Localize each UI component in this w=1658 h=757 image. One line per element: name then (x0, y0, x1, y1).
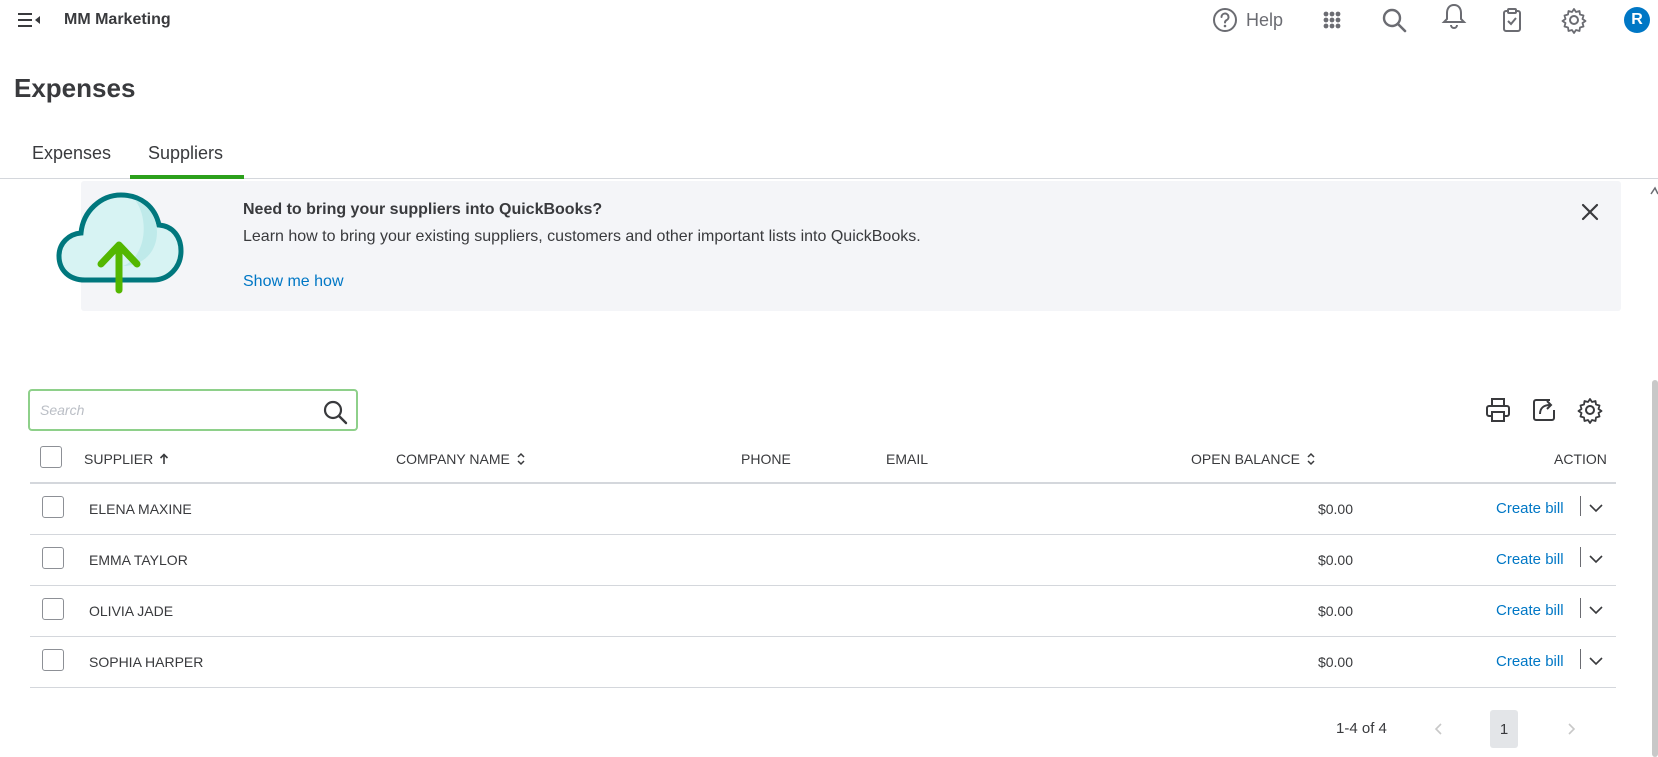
open-balance: $0.00 (1317, 552, 1353, 568)
print-icon[interactable] (1484, 396, 1512, 424)
tab-bar: Expenses Suppliers (0, 130, 1658, 179)
column-header-email: EMAIL (886, 451, 929, 467)
apps-grid-icon[interactable] (1318, 6, 1346, 34)
tab-suppliers[interactable]: Suppliers (148, 143, 223, 164)
create-bill-button[interactable]: Create bill (1496, 500, 1564, 517)
action-divider (1580, 547, 1581, 567)
cloud-upload-icon (56, 192, 184, 294)
supplier-name[interactable]: OLIVIA JADE (89, 603, 173, 619)
open-balance: $0.00 (1317, 501, 1353, 517)
chevron-left-icon[interactable] (1430, 719, 1448, 739)
pagination-page-button[interactable]: 1 (1490, 710, 1518, 748)
create-bill-button[interactable]: Create bill (1496, 602, 1564, 619)
bell-icon[interactable] (1440, 2, 1468, 30)
show-me-how-link[interactable]: Show me how (243, 273, 344, 291)
table-row: ELENA MAXINE $0.00 Create bill (30, 484, 1616, 535)
table-row: OLIVIA JADE $0.00 Create bill (30, 586, 1616, 637)
action-divider (1580, 649, 1581, 669)
column-header-company-name[interactable]: COMPANY NAME (396, 451, 526, 467)
chevron-down-icon[interactable] (1587, 601, 1605, 619)
sort-ascending-icon (160, 453, 169, 464)
chevron-down-icon[interactable] (1587, 499, 1605, 517)
banner-text: Learn how to bring your existing supplie… (243, 228, 921, 245)
table-header: SUPPLIER COMPANY NAME PHONE EMAIL OPEN B… (30, 440, 1616, 484)
chevron-down-icon[interactable] (1587, 652, 1605, 670)
chevron-right-icon[interactable] (1562, 719, 1580, 739)
scroll-up-arrow-icon[interactable] (1650, 186, 1658, 196)
row-checkbox[interactable] (42, 496, 64, 518)
row-checkbox[interactable] (42, 547, 64, 569)
create-bill-button[interactable]: Create bill (1496, 551, 1564, 568)
banner-title: Need to bring your suppliers into QuickB… (243, 201, 603, 218)
sort-toggle-icon (1307, 452, 1315, 466)
avatar[interactable]: R (1624, 7, 1650, 33)
action-divider (1580, 598, 1581, 618)
help-button[interactable]: Help (1212, 6, 1283, 34)
search-box (28, 389, 358, 431)
sort-toggle-icon (517, 452, 525, 466)
help-icon (1213, 8, 1237, 32)
table-row: EMMA TAYLOR $0.00 Create bill (30, 535, 1616, 586)
company-name: MM Marketing (64, 11, 171, 28)
page-title: Expenses (14, 73, 136, 103)
gear-icon[interactable] (1560, 6, 1588, 34)
row-checkbox[interactable] (42, 598, 64, 620)
action-divider (1580, 496, 1581, 516)
help-label: Help (1246, 9, 1284, 30)
table-row: SOPHIA HARPER $0.00 Create bill (30, 637, 1616, 688)
open-balance: $0.00 (1317, 603, 1353, 619)
tab-expenses[interactable]: Expenses (32, 143, 111, 164)
chevron-down-icon[interactable] (1587, 550, 1605, 568)
clipboard-icon[interactable] (1498, 6, 1526, 34)
active-tab-indicator (130, 175, 244, 179)
scrollbar-thumb[interactable] (1652, 380, 1658, 757)
top-bar: MM Marketing Help R (0, 0, 1658, 40)
search-input[interactable] (40, 399, 310, 421)
supplier-name[interactable]: SOPHIA HARPER (89, 654, 203, 670)
menu-collapse-icon[interactable] (18, 10, 42, 30)
column-header-open-balance[interactable]: OPEN BALANCE (1191, 451, 1316, 467)
search-icon[interactable] (322, 399, 348, 425)
select-all-checkbox[interactable] (40, 446, 62, 468)
create-bill-button[interactable]: Create bill (1496, 653, 1564, 670)
column-header-action: ACTION (1554, 451, 1607, 467)
supplier-name[interactable]: EMMA TAYLOR (89, 552, 188, 568)
close-icon[interactable] (1578, 200, 1602, 224)
supplier-name[interactable]: ELENA MAXINE (89, 501, 192, 517)
pagination-range: 1-4 of 4 (1336, 720, 1387, 737)
search-icon[interactable] (1380, 6, 1408, 34)
row-checkbox[interactable] (42, 649, 64, 671)
open-balance: $0.00 (1317, 654, 1353, 670)
column-header-phone: PHONE (741, 451, 791, 467)
table-settings-gear-icon[interactable] (1576, 396, 1604, 424)
export-icon[interactable] (1530, 396, 1558, 424)
column-header-supplier[interactable]: SUPPLIER (84, 451, 169, 467)
